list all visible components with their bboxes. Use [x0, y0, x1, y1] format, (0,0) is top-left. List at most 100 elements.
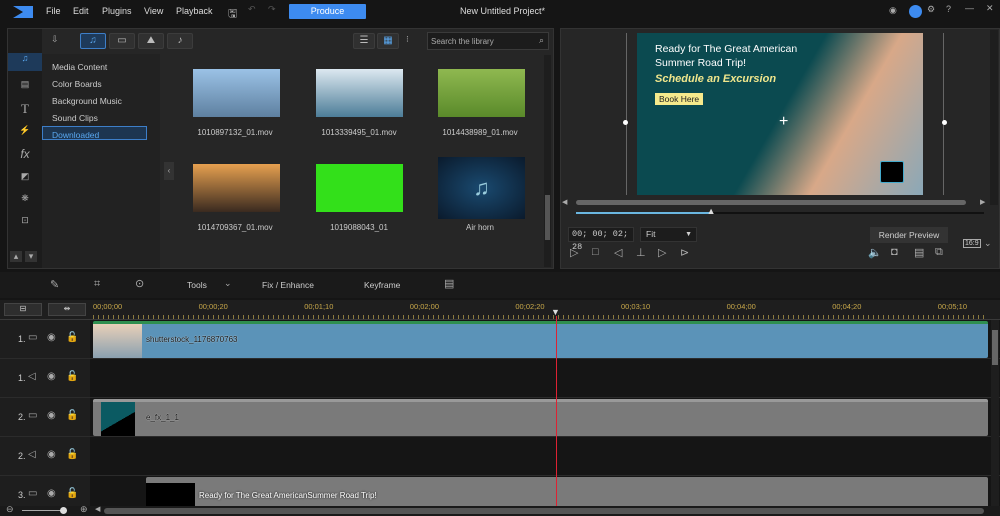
save-icon[interactable]: 🖫	[228, 5, 237, 24]
next-frame-icon[interactable]: ▷	[658, 246, 666, 259]
previous-frame-icon[interactable]: ◁	[614, 246, 622, 259]
eye-icon[interactable]: ◉	[47, 488, 56, 499]
menu-edit[interactable]: Edit	[73, 6, 89, 16]
chevron-down-icon[interactable]: ⌄	[984, 238, 992, 249]
crosshair-icon[interactable]: +	[779, 113, 788, 131]
seekbar-thumb[interactable]: ▲	[707, 206, 716, 216]
track-manager-button[interactable]: ⊟	[4, 303, 42, 316]
media-thumbnail[interactable]	[193, 164, 280, 212]
effect-clip[interactable]: e_fx_1_1	[93, 399, 988, 436]
preview-seekbar[interactable]: ▲	[576, 206, 984, 216]
notification-icon[interactable]	[909, 5, 922, 18]
zoom-out-icon[interactable]: ⊖	[6, 504, 14, 515]
pip-room-icon[interactable]: ◩	[8, 171, 42, 182]
aspect-ratio-button[interactable]: 16:9	[963, 239, 981, 248]
stop-icon[interactable]: □	[592, 246, 599, 258]
account-icon[interactable]: ◉	[889, 5, 897, 16]
fast-forward-icon[interactable]: ⊳	[680, 246, 689, 259]
category-color-boards[interactable]: Color Boards	[52, 79, 102, 89]
produce-button[interactable]: Produce	[289, 4, 366, 19]
audio-thumbnail[interactable]: ♫	[438, 157, 525, 219]
library-scrollbar[interactable]	[544, 55, 551, 267]
lock-icon[interactable]: 🔓	[66, 371, 78, 382]
effect-room-icon[interactable]: fx	[8, 147, 42, 161]
media-room-icon[interactable]: ♫	[8, 53, 42, 71]
filter-image-button[interactable]: ⛰	[138, 33, 164, 49]
subtitle-room-icon[interactable]: ⊡	[8, 215, 42, 226]
zoom-slider[interactable]	[22, 507, 67, 514]
eye-icon[interactable]: ◉	[47, 449, 56, 460]
undo-icon[interactable]: ↶	[248, 4, 256, 15]
preview-hscroll[interactable]	[576, 200, 966, 205]
search-input[interactable]: Search the library ⌕	[427, 32, 549, 50]
minimize-icon[interactable]: —	[965, 3, 974, 13]
subtitle-icon[interactable]: ▤	[914, 246, 924, 259]
timeline-hscroll[interactable]	[104, 508, 984, 514]
snapshot-icon[interactable]: ◘	[891, 246, 898, 258]
eye-icon[interactable]: ◉	[47, 371, 56, 382]
eye-icon[interactable]: ◉	[47, 410, 56, 421]
title-room-icon[interactable]: T	[8, 101, 42, 117]
category-background-music[interactable]: Background Music	[52, 96, 122, 106]
pen-icon[interactable]: ✎	[50, 278, 59, 291]
scroll-left-icon[interactable]: ◀	[95, 505, 100, 513]
collapse-panel-icon[interactable]: ‹	[164, 162, 174, 180]
menu-file[interactable]: File	[46, 6, 61, 16]
sort-icon[interactable]: ⁝	[406, 34, 409, 45]
filter-video-audio-button[interactable]: ♫	[80, 33, 106, 49]
zoom-in-icon[interactable]: ⊕	[80, 504, 88, 515]
lock-icon[interactable]: 🔓	[66, 449, 78, 460]
render-preview-button[interactable]: Render Preview	[870, 227, 948, 243]
redo-icon[interactable]: ↷	[268, 4, 276, 15]
zoom-select[interactable]: Fit ▼	[640, 227, 697, 242]
lock-icon[interactable]: 🔓	[66, 332, 78, 343]
settings-list-icon[interactable]: ▤	[444, 277, 454, 290]
scroll-left-icon[interactable]: ◀	[562, 198, 567, 206]
undock-icon[interactable]: ⧉	[935, 246, 943, 259]
lock-icon[interactable]: 🔓	[66, 410, 78, 421]
settings-icon[interactable]: ⚙	[927, 4, 935, 15]
list-view-button[interactable]: ☰	[353, 33, 375, 49]
preview-vscroll[interactable]	[990, 30, 998, 205]
crop-icon[interactable]: ⌗	[94, 278, 100, 291]
media-thumbnail[interactable]	[316, 164, 403, 212]
play-icon[interactable]: ▷	[570, 246, 578, 259]
filter-video-button[interactable]: ▭	[109, 33, 135, 49]
scroll-right-icon[interactable]: ▶	[980, 198, 985, 206]
timecode-field[interactable]: 00; 00; 02; 28	[568, 227, 634, 252]
resize-handle[interactable]	[623, 120, 628, 125]
split-marker-icon[interactable]: ⊥	[636, 246, 646, 259]
category-downloaded[interactable]: Downloaded	[52, 130, 99, 140]
fx-room-icon[interactable]: ▤	[8, 79, 42, 90]
category-media-content[interactable]: Media Content	[52, 62, 107, 72]
scroll-up-icon[interactable]: ▴	[10, 251, 22, 262]
help-icon[interactable]: ?	[946, 4, 951, 14]
timeline-vscroll[interactable]	[991, 320, 999, 506]
video-clip[interactable]: shutterstock_1176870763	[93, 321, 988, 358]
close-icon[interactable]: ✕	[986, 3, 994, 14]
transition-room-icon[interactable]: ⚡	[8, 125, 42, 136]
menu-playback[interactable]: Playback	[176, 6, 213, 16]
lock-icon[interactable]: 🔓	[66, 488, 78, 499]
import-media-icon[interactable]: ⇩	[51, 34, 59, 45]
menu-plugins[interactable]: Plugins	[102, 6, 132, 16]
media-thumbnail[interactable]	[316, 69, 403, 117]
media-thumbnail[interactable]	[193, 69, 280, 117]
search-icon[interactable]: ⌕	[539, 35, 544, 46]
fit-timeline-button[interactable]: ⇹	[48, 303, 86, 316]
resize-handle[interactable]	[942, 120, 947, 125]
particle-room-icon[interactable]: ❋	[8, 193, 42, 204]
menu-view[interactable]: View	[144, 6, 163, 16]
fix-enhance-button[interactable]: Fix / Enhance	[262, 280, 314, 290]
category-sound-clips[interactable]: Sound Clips	[52, 113, 98, 123]
playhead-line[interactable]	[556, 316, 557, 506]
filter-audio-button[interactable]: ♪	[167, 33, 193, 49]
media-thumbnail[interactable]	[438, 69, 525, 117]
eye-icon[interactable]: ◉	[47, 332, 56, 343]
check-circle-icon[interactable]: ⊙	[135, 277, 144, 290]
scroll-down-icon[interactable]: ▾	[25, 251, 37, 262]
tools-menu[interactable]: Tools	[187, 280, 207, 290]
volume-icon[interactable]: 🔈	[868, 246, 882, 259]
grid-view-button[interactable]: ▦	[377, 33, 399, 49]
keyframe-button[interactable]: Keyframe	[364, 280, 400, 290]
